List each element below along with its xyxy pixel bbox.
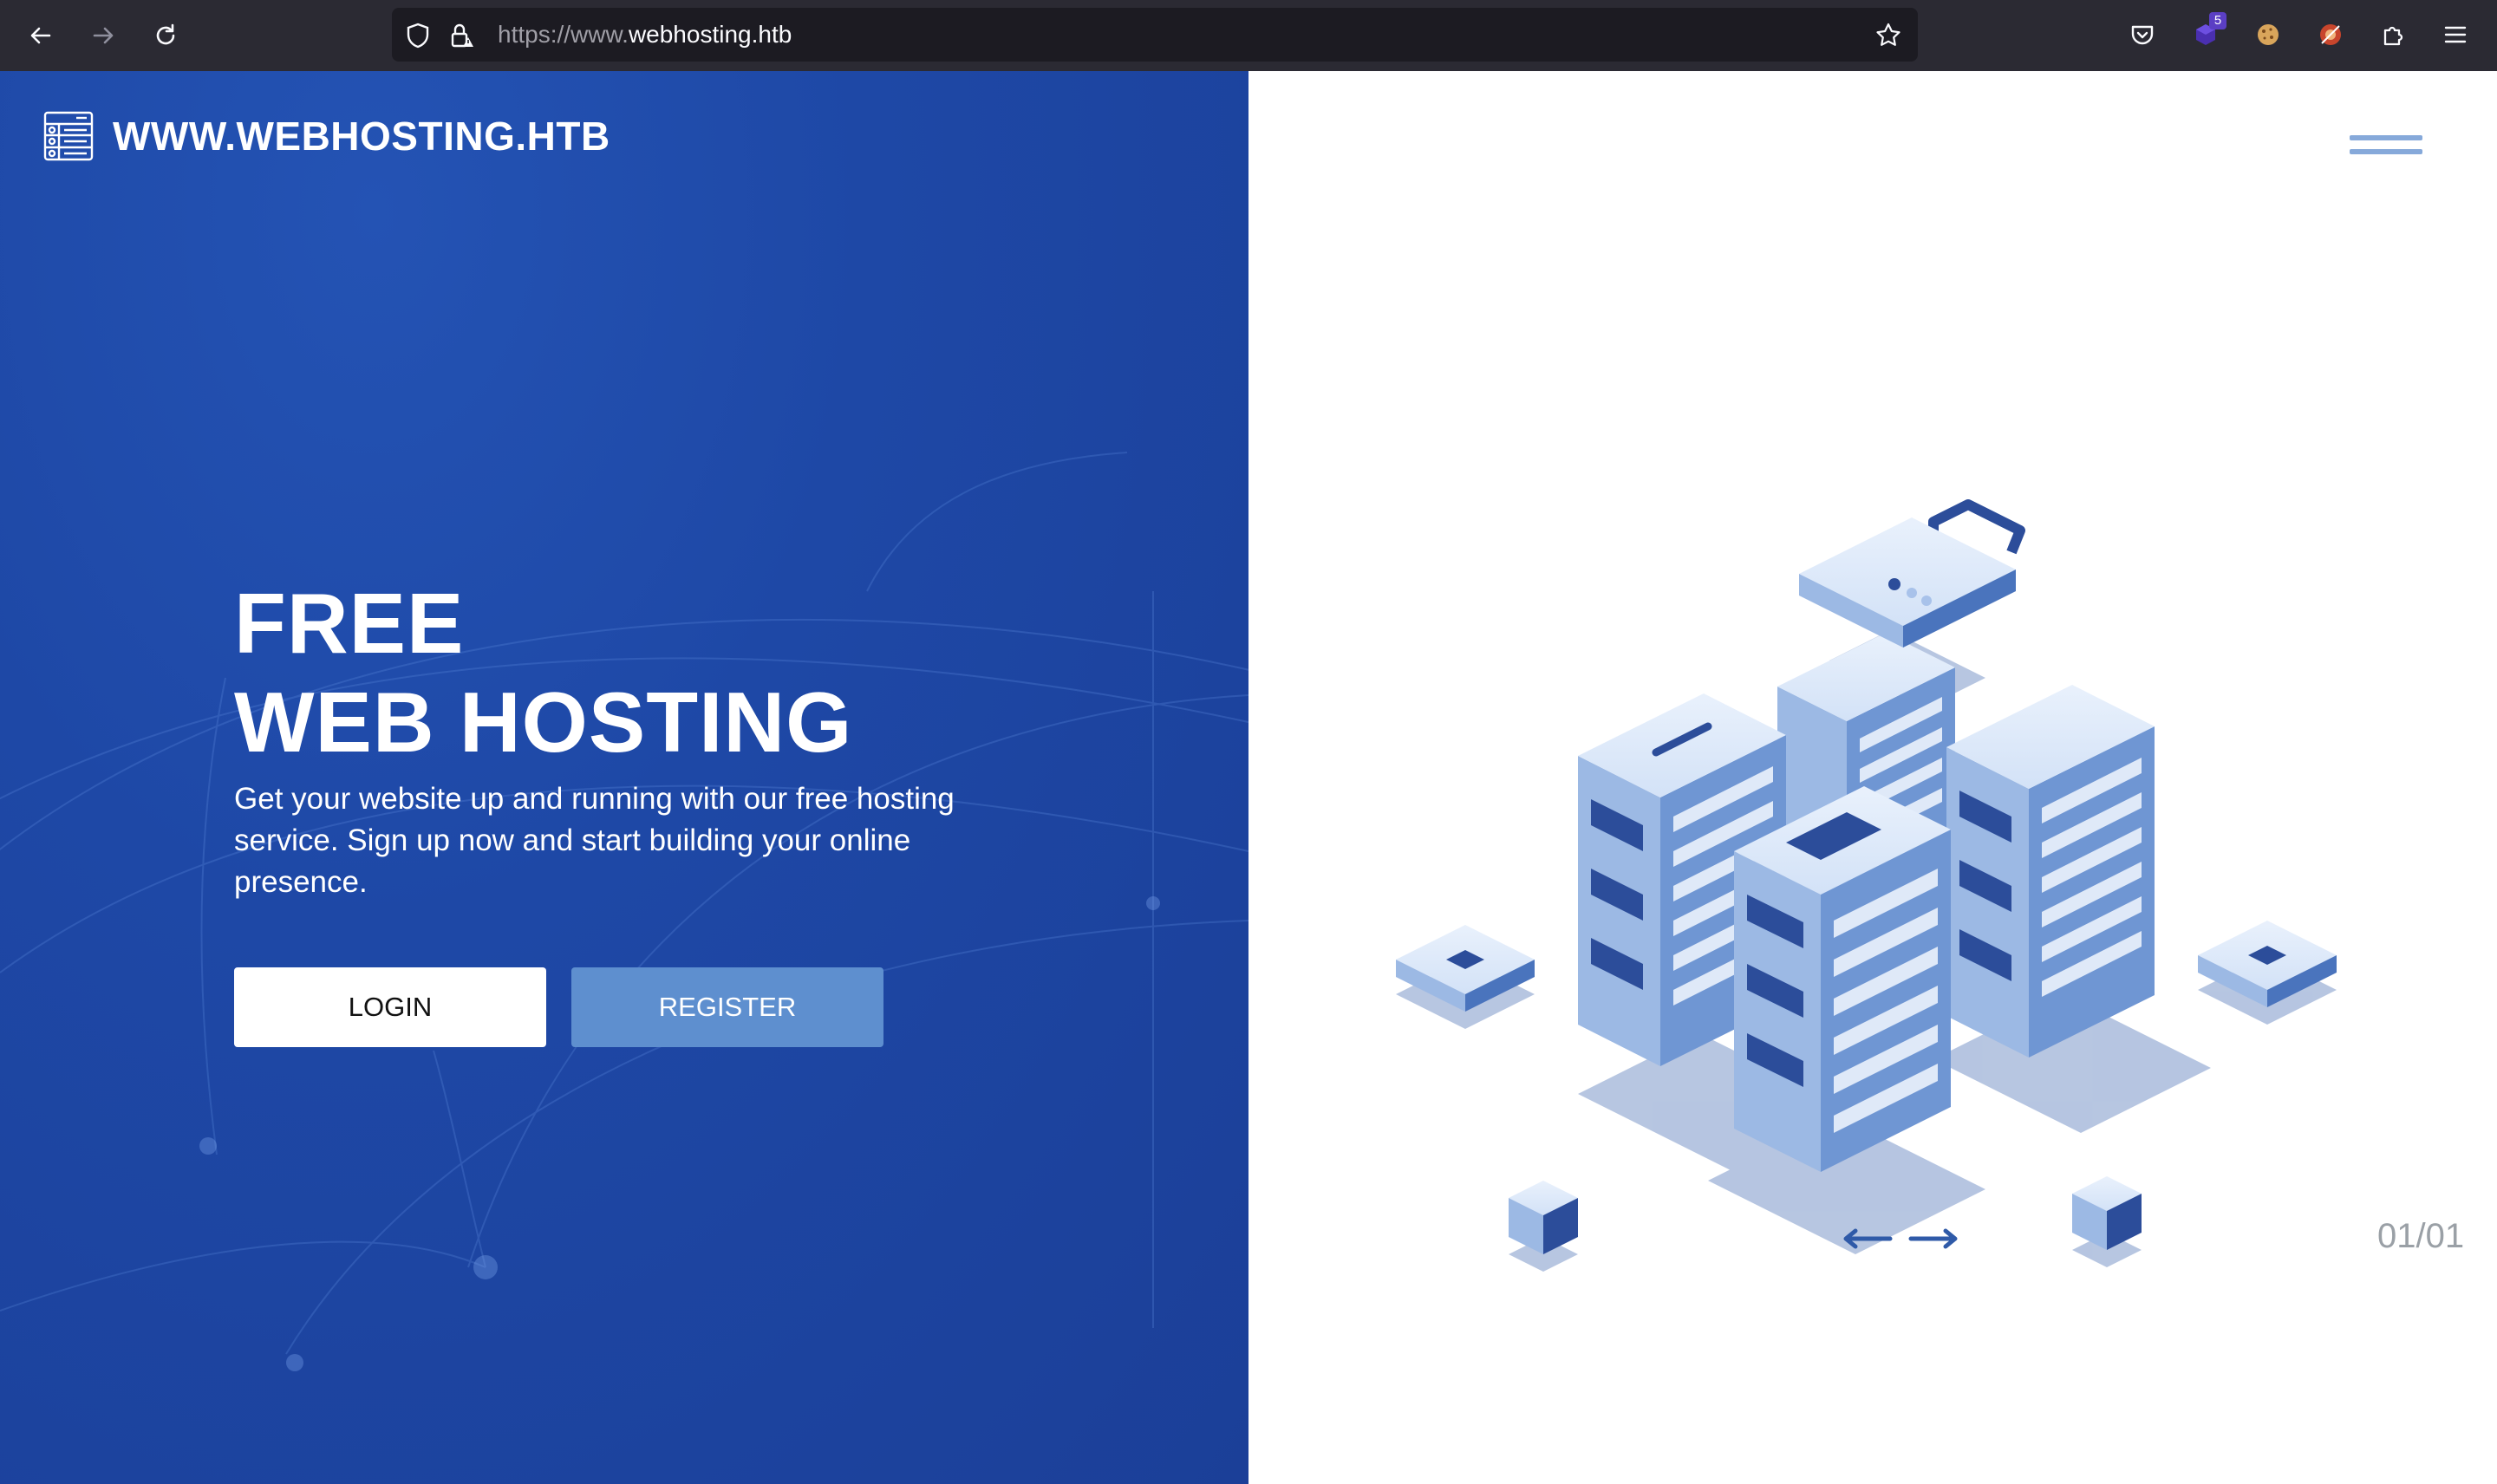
small-cube-right: [2072, 1176, 2142, 1250]
login-button[interactable]: LOGIN: [234, 967, 546, 1047]
extension-badge: 5: [2209, 12, 2226, 29]
web-page: WWW.WEBHOSTING.HTB FREE WEB HOSTING Get …: [0, 71, 2497, 1484]
reload-icon: [156, 23, 175, 45]
slide-counter: 01/01: [2377, 1217, 2465, 1255]
address-bar[interactable]: https://www.webhosting.htb: [392, 8, 1918, 62]
server-tower-right: [1946, 685, 2155, 1058]
server-tower-front: [1734, 786, 1951, 1172]
reload-button[interactable]: [146, 16, 186, 55]
small-cube-left: [1509, 1181, 1578, 1254]
isometric-servers-illustration: [1396, 499, 2337, 1272]
hero-section: WWW.WEBHOSTING.HTB FREE WEB HOSTING Get …: [0, 71, 1248, 1484]
extension-button-2[interactable]: [2249, 16, 2287, 54]
site-logo[interactable]: WWW.WEBHOSTING.HTB: [42, 109, 610, 163]
extension-tool-icon: [2320, 24, 2341, 45]
slider-next-arrow-icon[interactable]: [1907, 1226, 1959, 1252]
slider-prev-arrow-icon[interactable]: [1842, 1226, 1894, 1252]
pocket-button[interactable]: [2123, 16, 2161, 54]
url-prefix: https://www.: [498, 21, 629, 48]
register-button[interactable]: REGISTER: [571, 967, 883, 1047]
slider-controls: [1842, 1226, 1959, 1252]
app-menu-button[interactable]: [2436, 16, 2474, 54]
network-background-graphic: [0, 452, 1248, 1371]
extension-button-3[interactable]: [2311, 16, 2350, 54]
hamburger-menu-icon: [2444, 26, 2467, 43]
hero-description: Get your website up and running with our…: [234, 782, 955, 899]
brand-name: WWW.WEBHOSTING.HTB: [113, 114, 610, 159]
menu-bar-bottom: [2350, 149, 2422, 154]
back-arrow-icon: [30, 27, 51, 44]
headline-line-1: FREE: [234, 576, 465, 671]
hero-headline: FREE WEB HOSTING: [234, 574, 852, 771]
puzzle-icon: [2383, 26, 2403, 46]
menu-bar-top: [2350, 135, 2422, 140]
lock-warning-icon[interactable]: [447, 22, 475, 49]
url-text[interactable]: https://www.webhosting.htb: [498, 8, 792, 62]
shield-icon[interactable]: [404, 22, 432, 49]
forward-arrow-icon: [93, 27, 114, 44]
floating-lock-device: [1799, 499, 2025, 648]
extensions-menu-button[interactable]: [2374, 16, 2412, 54]
headline-line-2: WEB HOSTING: [234, 674, 853, 770]
pocket-icon: [2131, 25, 2154, 45]
bookmark-star-icon[interactable]: [1874, 22, 1902, 49]
cookie-icon: [2258, 24, 2279, 45]
site-menu-button[interactable]: [2350, 128, 2422, 163]
forward-button[interactable]: [83, 16, 123, 55]
back-button[interactable]: [21, 16, 61, 55]
extension-button-1[interactable]: 5: [2187, 12, 2226, 54]
server-rack-icon: [43, 111, 94, 161]
browser-toolbar: https://www.webhosting.htb 5: [0, 0, 2497, 72]
url-domain: webhosting.htb: [628, 21, 792, 48]
